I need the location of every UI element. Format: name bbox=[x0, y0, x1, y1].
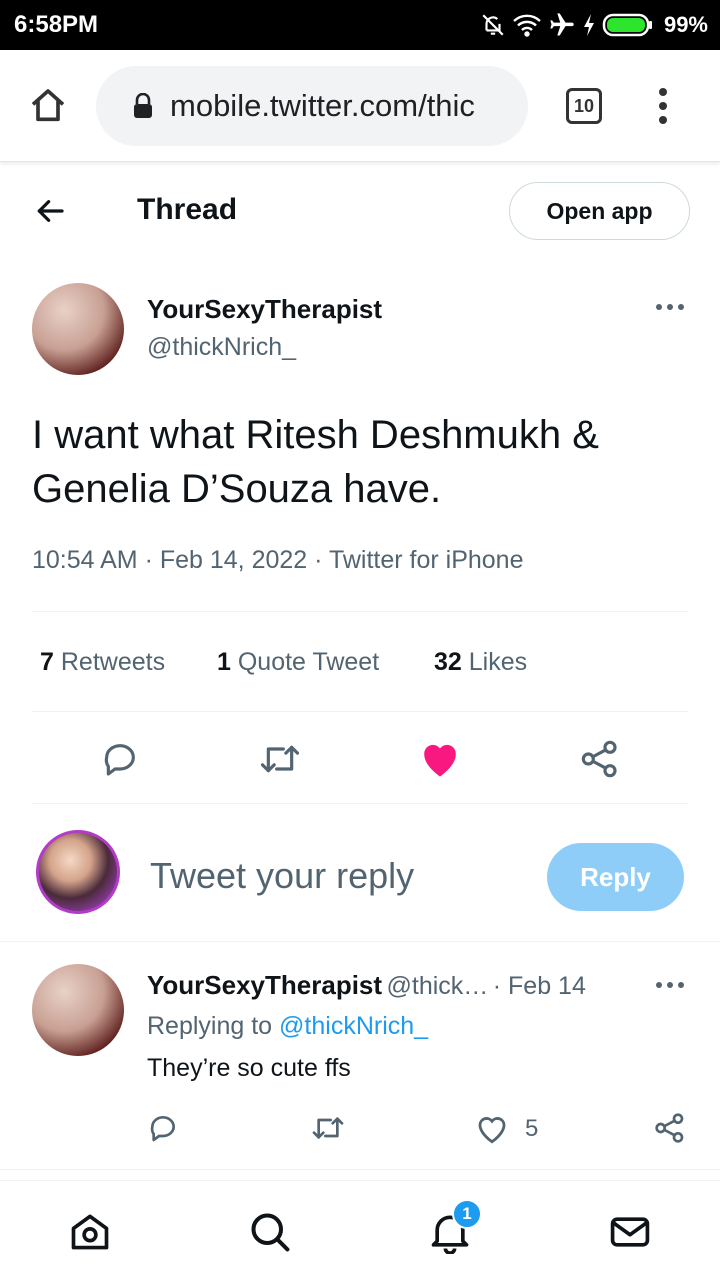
open-app-button[interactable]: Open app bbox=[509, 182, 690, 240]
reply-icon[interactable] bbox=[147, 1112, 179, 1144]
retweets-stat[interactable]: 7 Retweets bbox=[40, 648, 165, 677]
reply-like-count: 5 bbox=[525, 1115, 539, 1142]
reply-button[interactable]: Reply bbox=[547, 843, 684, 911]
status-bar: 6:58PM 99% bbox=[0, 0, 720, 50]
share-icon[interactable] bbox=[654, 1112, 686, 1144]
lock-icon bbox=[132, 93, 154, 119]
reply-input[interactable]: Tweet your reply bbox=[150, 855, 414, 897]
reply-text: They’re so cute ffs bbox=[147, 1054, 351, 1082]
divider bbox=[32, 611, 688, 612]
back-arrow-icon[interactable] bbox=[34, 195, 66, 227]
page-title: Thread bbox=[137, 193, 238, 226]
retweets-count: 7 bbox=[40, 648, 54, 676]
status-icons: 99% bbox=[480, 8, 708, 42]
browser-toolbar: mobile.twitter.com/thic 10 bbox=[0, 50, 720, 162]
url-text: mobile.twitter.com/thic bbox=[170, 88, 475, 123]
mute-icon bbox=[480, 12, 506, 38]
quotes-count: 1 bbox=[217, 648, 231, 676]
battery-percent: 99% bbox=[663, 12, 708, 37]
more-vertical-icon[interactable] bbox=[652, 86, 674, 126]
divider bbox=[0, 941, 720, 942]
messages-icon[interactable] bbox=[608, 1210, 652, 1254]
replying-to-label: Replying to bbox=[147, 1012, 273, 1040]
airplane-icon bbox=[548, 11, 576, 39]
divider bbox=[32, 711, 688, 712]
home-icon[interactable] bbox=[28, 86, 68, 126]
tweet-meta: 10:54 AM · Feb 14, 2022 · Twitter for iP… bbox=[32, 546, 524, 574]
status-time: 6:58PM bbox=[14, 11, 99, 38]
divider bbox=[32, 803, 688, 804]
replying-to-link[interactable]: @thickNrich_ bbox=[279, 1012, 428, 1040]
likes-count: 32 bbox=[434, 648, 462, 676]
likes-label: Likes bbox=[468, 648, 528, 676]
divider bbox=[0, 1169, 720, 1170]
more-horizontal-icon[interactable] bbox=[654, 978, 686, 992]
retweet-icon[interactable] bbox=[258, 739, 302, 779]
retweet-icon[interactable] bbox=[310, 1112, 346, 1144]
avatar[interactable] bbox=[32, 964, 124, 1056]
charging-icon bbox=[582, 13, 596, 37]
tweet-author-handle[interactable]: @thickNrich_ bbox=[147, 333, 296, 362]
heart-filled-icon[interactable] bbox=[419, 739, 461, 779]
avatar[interactable] bbox=[36, 830, 120, 914]
reply-date[interactable]: · Feb 14 bbox=[493, 972, 586, 1000]
retweets-label: Retweets bbox=[60, 648, 166, 676]
avatar[interactable] bbox=[32, 283, 124, 375]
reply-author-handle[interactable]: @thick… bbox=[387, 972, 489, 1000]
home-icon[interactable] bbox=[68, 1210, 112, 1254]
replying-to: Replying to @thickNrich_ bbox=[147, 1012, 428, 1041]
reply-icon[interactable] bbox=[100, 739, 140, 779]
tweet-text: I want what Ritesh Deshmukh & Genelia D’… bbox=[32, 413, 599, 511]
quotes-label: Quote Tweet bbox=[237, 648, 380, 676]
notification-badge: 1 bbox=[452, 1199, 482, 1229]
reply-author-name[interactable]: YourSexyTherapist bbox=[147, 970, 382, 1000]
search-icon[interactable] bbox=[248, 1210, 292, 1254]
wifi-icon bbox=[512, 12, 542, 38]
tab-switcher-button[interactable]: 10 bbox=[566, 88, 602, 124]
reply-header: YourSexyTherapist @thick… · Feb 14 bbox=[147, 970, 586, 1001]
address-bar[interactable]: mobile.twitter.com/thic bbox=[96, 66, 528, 146]
quotes-stat[interactable]: 1 Quote Tweet bbox=[217, 648, 379, 677]
tweet-author-name[interactable]: YourSexyTherapist bbox=[147, 294, 382, 325]
more-horizontal-icon[interactable] bbox=[654, 300, 686, 314]
likes-stat[interactable]: 32 Likes bbox=[434, 648, 527, 677]
battery-icon bbox=[602, 12, 654, 38]
share-icon[interactable] bbox=[580, 739, 620, 779]
heart-outline-icon[interactable] bbox=[475, 1113, 509, 1145]
